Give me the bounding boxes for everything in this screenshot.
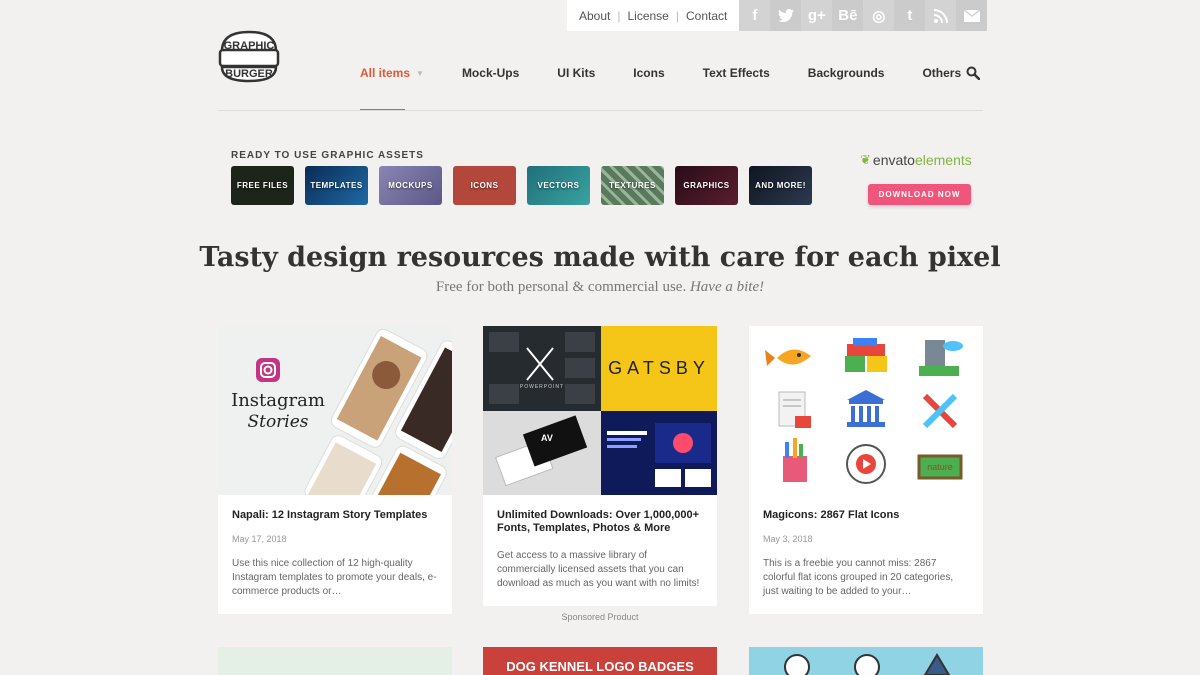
- thumb-caption-1: Instagram: [231, 390, 325, 411]
- card-title[interactable]: Napali: 12 Instagram Story Templates: [232, 509, 439, 522]
- nav-text-effects[interactable]: Text Effects: [703, 62, 770, 84]
- nav-others[interactable]: Others: [922, 62, 961, 84]
- business-card-text: AV: [541, 433, 553, 443]
- license-link[interactable]: License: [627, 9, 668, 23]
- nav-ui-kits[interactable]: UI Kits: [557, 62, 595, 84]
- top-utility-bar: About | License | Contact f g+ Bē ◎ t: [567, 0, 988, 31]
- post-card-partial[interactable]: [749, 647, 983, 675]
- top-links: About | License | Contact: [567, 0, 740, 31]
- post-thumbnail[interactable]: POWERPOINT GATSBY AV: [483, 326, 717, 495]
- tile-mockups[interactable]: MOCKUPS: [379, 166, 442, 205]
- card-description: This is a freebie you cannot miss: 2867 …: [763, 558, 954, 597]
- card-title[interactable]: Unlimited Downloads: Over 1,000,000+ Fon…: [497, 509, 704, 535]
- tile-vectors[interactable]: VECTORS: [527, 166, 590, 205]
- separator: |: [617, 8, 621, 23]
- logo-line-2: BURGER: [225, 68, 273, 80]
- card-thumb-title: DOG KENNEL LOGO BADGES: [506, 659, 694, 674]
- powerpoint-caption: POWERPOINT: [519, 384, 565, 390]
- hero-subtitle: Free for both personal & commercial use.…: [0, 279, 1200, 296]
- sponsored-label: Sponsored Product: [561, 612, 639, 622]
- card-date: May 3, 2018: [763, 534, 813, 544]
- powerpoint-preview: POWERPOINT: [483, 326, 601, 411]
- download-now-button[interactable]: DOWNLOAD NOW: [868, 184, 971, 205]
- tile-templates[interactable]: TEMPLATES: [305, 166, 368, 205]
- card-body: Unlimited Downloads: Over 1,000,000+ Fon…: [483, 495, 717, 603]
- logo-line-1: GRAPHIC: [224, 40, 275, 52]
- dribbble-icon[interactable]: ◎: [863, 0, 895, 31]
- facebook-icon[interactable]: f: [739, 0, 771, 31]
- card-description: Get access to a massive library of comme…: [497, 550, 700, 589]
- tile-textures[interactable]: TEXTURES: [601, 166, 664, 205]
- about-link[interactable]: About: [579, 9, 610, 23]
- envato-brand-suffix: elements: [914, 152, 972, 168]
- header-divider: [218, 110, 983, 111]
- post-card[interactable]: nature Magicons: 2867 Flat Icons May 3, …: [749, 326, 983, 614]
- asset-tiles: FREE FILES TEMPLATES MOCKUPS ICONS VECTO…: [231, 166, 823, 205]
- search-icon[interactable]: [966, 66, 981, 81]
- nav-mock-ups[interactable]: Mock-Ups: [462, 62, 519, 84]
- leaf-icon: ❦: [860, 152, 871, 167]
- tile-and-more[interactable]: AND MORE!: [749, 166, 812, 205]
- envato-elements-logo[interactable]: ❦ envato elements: [860, 152, 972, 168]
- card-description: Use this nice collection of 12 high-qual…: [232, 558, 437, 597]
- hero-title: Tasty design resources made with care fo…: [199, 242, 1001, 273]
- gatsby-font-preview: GATSBY: [601, 326, 717, 411]
- rss-icon[interactable]: [925, 0, 957, 31]
- post-thumbnail[interactable]: Instagram Stories: [218, 326, 452, 495]
- tumblr-icon[interactable]: t: [894, 0, 926, 31]
- separator: |: [675, 8, 679, 23]
- hero-subtitle-italic: Have a bite!: [689, 279, 765, 295]
- social-links: f g+ Bē ◎ t: [739, 0, 988, 31]
- card-title[interactable]: Magicons: 2867 Flat Icons: [763, 509, 970, 522]
- nav-backgrounds[interactable]: Backgrounds: [808, 62, 885, 84]
- post-card[interactable]: Instagram Stories Napali: 12 Instagram S…: [218, 326, 452, 614]
- post-card-partial[interactable]: DOG KENNEL LOGO BADGES: [483, 647, 717, 675]
- nav-icons[interactable]: Icons: [633, 62, 664, 84]
- sponsored-card[interactable]: POWERPOINT GATSBY AV Unlimited Downloads…: [483, 326, 717, 606]
- card-body: Napali: 12 Instagram Story Templates May…: [218, 495, 452, 611]
- hero-subtitle-plain: Free for both personal & commercial use.: [435, 279, 687, 295]
- post-thumbnail[interactable]: nature: [749, 326, 983, 495]
- graphicburger-logo[interactable]: GRAPHIC BURGER: [218, 29, 280, 84]
- nav-all-items[interactable]: All items ▼: [360, 62, 424, 84]
- behance-icon[interactable]: Bē: [832, 0, 864, 31]
- mail-icon[interactable]: [956, 0, 988, 31]
- tile-graphics[interactable]: GRAPHICS: [675, 166, 738, 205]
- tile-icons[interactable]: ICONS: [453, 166, 516, 205]
- main-nav: All items ▼ Mock-Ups UI Kits Icons Text …: [360, 62, 999, 84]
- tile-free-files[interactable]: FREE FILES: [231, 166, 294, 205]
- business-card-preview: AV: [483, 411, 601, 495]
- card-body: Magicons: 2867 Flat Icons May 3, 2018 Th…: [749, 495, 983, 611]
- card-date: May 17, 2018: [232, 534, 287, 544]
- banner-title: READY TO USE GRAPHIC ASSETS: [231, 150, 424, 161]
- nav-label: All items: [360, 66, 411, 80]
- twitter-icon[interactable]: [770, 0, 802, 31]
- nature-sign-text: nature: [927, 462, 953, 472]
- contact-link[interactable]: Contact: [686, 9, 727, 23]
- envato-brand: envato: [872, 152, 915, 168]
- chevron-down-icon: ▼: [416, 68, 424, 78]
- thumb-caption-2: Stories: [247, 412, 309, 432]
- web-ui-preview: [601, 411, 717, 495]
- post-card-partial[interactable]: [218, 647, 452, 675]
- google-plus-icon[interactable]: g+: [801, 0, 833, 31]
